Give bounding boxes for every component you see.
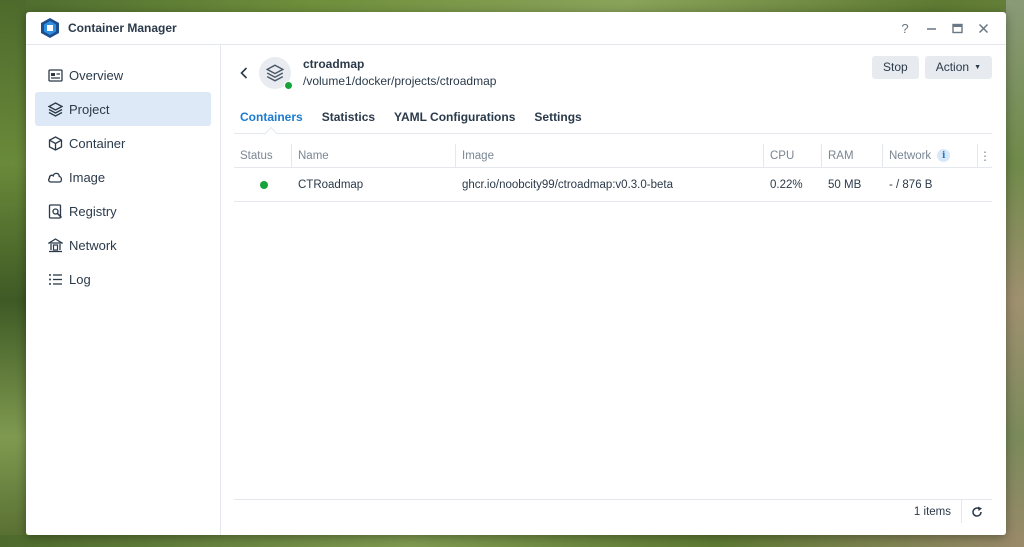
project-icon: [47, 101, 63, 117]
project-avatar: [259, 56, 293, 90]
status-cell: [234, 168, 292, 201]
sidebar-item-overview[interactable]: Overview: [35, 58, 211, 92]
cloud-icon: [47, 169, 63, 185]
running-status-dot: [260, 180, 268, 189]
containers-table: Status Name Image CPU RAM Network i ⋮ CT…: [234, 144, 992, 202]
sidebar: Overview Project Container Image Registr…: [26, 45, 221, 535]
sidebar-item-label: Log: [69, 271, 91, 287]
column-header-cpu[interactable]: CPU: [764, 144, 822, 167]
app-window: Container Manager ? Overview Project Con…: [26, 12, 1006, 535]
container-ram: 50 MB: [828, 178, 862, 191]
active-tab-indicator: [264, 126, 279, 142]
project-path: /volume1/docker/projects/ctroadmap: [303, 74, 497, 88]
sidebar-item-label: Container: [69, 135, 126, 151]
sidebar-item-label: Overview: [69, 67, 124, 83]
container-name: CTRoadmap: [298, 178, 364, 191]
sidebar-item-network[interactable]: Network: [35, 228, 211, 262]
container-image: ghcr.io/noobcity99/ctroadmap:v0.3.0-beta: [462, 178, 673, 191]
app-title: Container Manager: [68, 21, 177, 35]
tab-statistics[interactable]: Statistics: [322, 100, 375, 133]
column-header-name[interactable]: Name: [292, 144, 456, 167]
tab-bar: Containers Statistics YAML Configuration…: [234, 100, 992, 142]
container-network: - / 876 B: [889, 178, 933, 191]
container-cpu: 0.22%: [770, 178, 803, 191]
container-manager-logo-icon: [40, 18, 60, 38]
action-dropdown-button[interactable]: Action ▼: [924, 55, 992, 79]
registry-icon: [47, 203, 63, 219]
back-chevron-icon[interactable]: [234, 63, 254, 83]
sidebar-item-label: Network: [69, 237, 117, 253]
sidebar-item-registry[interactable]: Registry: [35, 194, 211, 228]
main-panel: ctroadmap /volume1/docker/projects/ctroa…: [221, 45, 1006, 535]
help-icon[interactable]: ?: [896, 19, 914, 37]
log-icon: [47, 271, 63, 287]
column-header-network-label: Network: [889, 149, 932, 162]
project-name: ctroadmap: [303, 57, 365, 71]
minimize-icon[interactable]: [922, 19, 940, 37]
sidebar-item-label: Image: [69, 169, 106, 185]
sidebar-item-project[interactable]: Project: [35, 92, 211, 126]
table-header: Status Name Image CPU RAM Network i ⋮: [234, 144, 992, 168]
tab-label: Containers: [240, 109, 303, 124]
table-footer: 1 items: [234, 499, 992, 523]
action-button-label: Action: [935, 60, 970, 74]
project-stack-icon: [266, 63, 284, 82]
project-header: ctroadmap /volume1/docker/projects/ctroa…: [234, 45, 992, 100]
column-options-icon[interactable]: ⋮: [978, 144, 992, 167]
project-status-dot: [284, 80, 293, 90]
titlebar: Container Manager ?: [26, 12, 1006, 45]
sidebar-item-image[interactable]: Image: [35, 160, 211, 194]
tab-settings[interactable]: Settings: [534, 100, 581, 133]
desktop-background-left: [0, 0, 26, 547]
stop-button[interactable]: Stop: [872, 55, 919, 79]
sidebar-item-label: Project: [69, 101, 110, 117]
column-header-image[interactable]: Image: [456, 144, 764, 167]
overview-icon: [47, 67, 63, 83]
column-header-ram[interactable]: RAM: [822, 144, 883, 167]
network-icon: [47, 237, 63, 253]
sidebar-item-container[interactable]: Container: [35, 126, 211, 160]
refresh-icon[interactable]: [962, 500, 992, 523]
column-header-status[interactable]: Status: [234, 144, 292, 167]
desktop-background-right: [1006, 0, 1024, 547]
items-count: 1 items: [914, 500, 962, 523]
sidebar-item-log[interactable]: Log: [35, 262, 211, 296]
column-header-network[interactable]: Network i: [883, 144, 978, 167]
close-icon[interactable]: [974, 19, 992, 37]
tab-containers[interactable]: Containers: [240, 100, 303, 142]
container-icon: [47, 135, 63, 151]
table-row[interactable]: CTRoadmap ghcr.io/noobcity99/ctroadmap:v…: [234, 168, 992, 202]
info-icon[interactable]: i: [937, 149, 951, 162]
maximize-icon[interactable]: [948, 19, 966, 37]
desktop-background-bottom: [0, 535, 1024, 547]
tab-yaml-configurations[interactable]: YAML Configurations: [394, 100, 515, 133]
caret-down-icon: ▼: [974, 63, 981, 71]
sidebar-item-label: Registry: [69, 203, 117, 219]
